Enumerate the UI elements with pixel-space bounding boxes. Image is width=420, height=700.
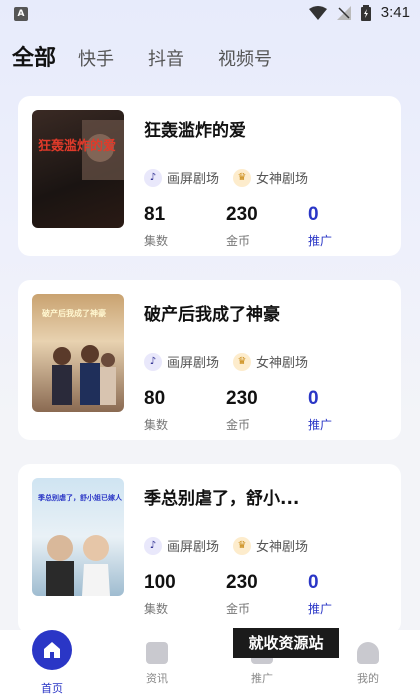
tiktok-icon: ♪ <box>144 352 162 371</box>
nav-news[interactable]: 资讯 <box>115 638 199 686</box>
stat-coins: 230 金币 <box>226 388 258 433</box>
poster-title-text: 狂轰滥炸的爱 <box>38 138 116 154</box>
tag-label: 画屏剧场 <box>167 356 220 371</box>
tag-theater: ♛ 女神剧场 <box>233 352 308 371</box>
tag-theater: ♪ 画屏剧场 <box>144 536 219 555</box>
drama-title: 季总别虐了，舒小... <box>144 489 300 509</box>
coins-label: 金币 <box>226 234 251 248</box>
episodes-label: 集数 <box>144 234 169 248</box>
promo-value: 0 <box>308 388 319 409</box>
promo-label: 推广 <box>308 602 333 616</box>
tag-theater: ♪ 画屏剧场 <box>144 168 219 187</box>
tag-theater: ♪ 画屏剧场 <box>144 352 219 371</box>
tab-douyin[interactable]: 抖音 <box>148 45 184 71</box>
poster-title-text: 破产后我成了神豪 <box>42 308 106 318</box>
nav-home-label: 首页 <box>41 682 63 695</box>
promo-label: 推广 <box>308 418 333 432</box>
signal-icon <box>336 5 351 20</box>
tag-theater: ♛ 女神剧场 <box>233 168 308 187</box>
drama-poster: 季总别虐了，舒小姐已嫁人 <box>32 478 124 596</box>
stat-episodes: 81 集数 <box>144 204 168 249</box>
status-bar: A 3:41 <box>0 0 420 28</box>
news-icon <box>146 642 168 664</box>
nav-promote-label: 推广 <box>251 672 273 685</box>
stat-episodes: 100 集数 <box>144 572 176 617</box>
wifi-icon <box>308 5 327 20</box>
drama-poster: 狂轰滥炸的爱 <box>32 110 124 228</box>
app-notification-icon: A <box>14 7 28 21</box>
coins-value: 230 <box>226 572 258 593</box>
tab-all[interactable]: 全部 <box>12 40 56 72</box>
poster-title-text: 季总别虐了，舒小姐已嫁人 <box>37 493 123 502</box>
goddess-icon: ♛ <box>233 536 252 555</box>
tab-kuaishou[interactable]: 快手 <box>78 45 114 71</box>
tag-label: 女神剧场 <box>256 172 309 187</box>
tab-shipinhao[interactable]: 视频号 <box>218 45 272 71</box>
platform-tabs: 全部 快手 抖音 视频号 <box>12 40 306 72</box>
goddess-icon: ♛ <box>233 352 252 371</box>
stat-promo[interactable]: 0 推广 <box>308 204 332 249</box>
episodes-label: 集数 <box>144 602 169 616</box>
tag-label: 女神剧场 <box>256 356 309 371</box>
stat-coins: 230 金币 <box>226 572 258 617</box>
drama-card[interactable]: 破产后我成了神豪 破产后我成了神豪 ♪ 画屏剧场 ♛ 女神剧场 80 集数 23… <box>18 280 401 440</box>
tag-theater: ♛ 女神剧场 <box>233 536 308 555</box>
stat-episodes: 80 集数 <box>144 388 168 433</box>
nav-profile-label: 我的 <box>357 672 379 685</box>
episodes-label: 集数 <box>144 418 169 432</box>
home-icon <box>32 630 72 670</box>
promo-label: 推广 <box>308 234 333 248</box>
stat-promo[interactable]: 0 推广 <box>308 572 332 617</box>
episodes-value: 80 <box>144 388 166 409</box>
bottom-nav: 首页 资讯 推广 我的 <box>0 630 420 700</box>
tag-label: 画屏剧场 <box>167 540 220 555</box>
drama-card[interactable]: 季总别虐了，舒小姐已嫁人 季总别虐了，舒小... ♪ 画屏剧场 ♛ 女神剧场 1… <box>18 464 401 634</box>
coins-label: 金币 <box>226 602 251 616</box>
tag-label: 画屏剧场 <box>167 172 220 187</box>
episodes-value: 81 <box>144 204 166 225</box>
goddess-icon: ♛ <box>233 168 252 187</box>
promo-value: 0 <box>308 204 319 225</box>
tiktok-icon: ♪ <box>144 536 162 555</box>
coins-value: 230 <box>226 388 258 409</box>
watermark-overlay: 就收资源站 <box>233 628 339 658</box>
stat-coins: 230 金币 <box>226 204 258 249</box>
battery-icon <box>360 4 371 21</box>
profile-icon <box>357 642 379 664</box>
coins-label: 金币 <box>226 418 251 432</box>
nav-news-label: 资讯 <box>146 672 168 685</box>
episodes-value: 100 <box>144 572 176 593</box>
status-time: 3:41 <box>380 4 410 21</box>
drama-poster: 破产后我成了神豪 <box>32 294 124 412</box>
promo-value: 0 <box>308 572 319 593</box>
drama-title: 狂轰滥炸的爱 <box>144 121 246 141</box>
tiktok-icon: ♪ <box>144 168 162 187</box>
stat-promo[interactable]: 0 推广 <box>308 388 332 433</box>
tag-label: 女神剧场 <box>256 540 309 555</box>
drama-card[interactable]: 狂轰滥炸的爱 狂轰滥炸的爱 ♪ 画屏剧场 ♛ 女神剧场 81 集数 230 金币… <box>18 96 401 256</box>
drama-title: 破产后我成了神豪 <box>144 305 280 325</box>
coins-value: 230 <box>226 204 258 225</box>
